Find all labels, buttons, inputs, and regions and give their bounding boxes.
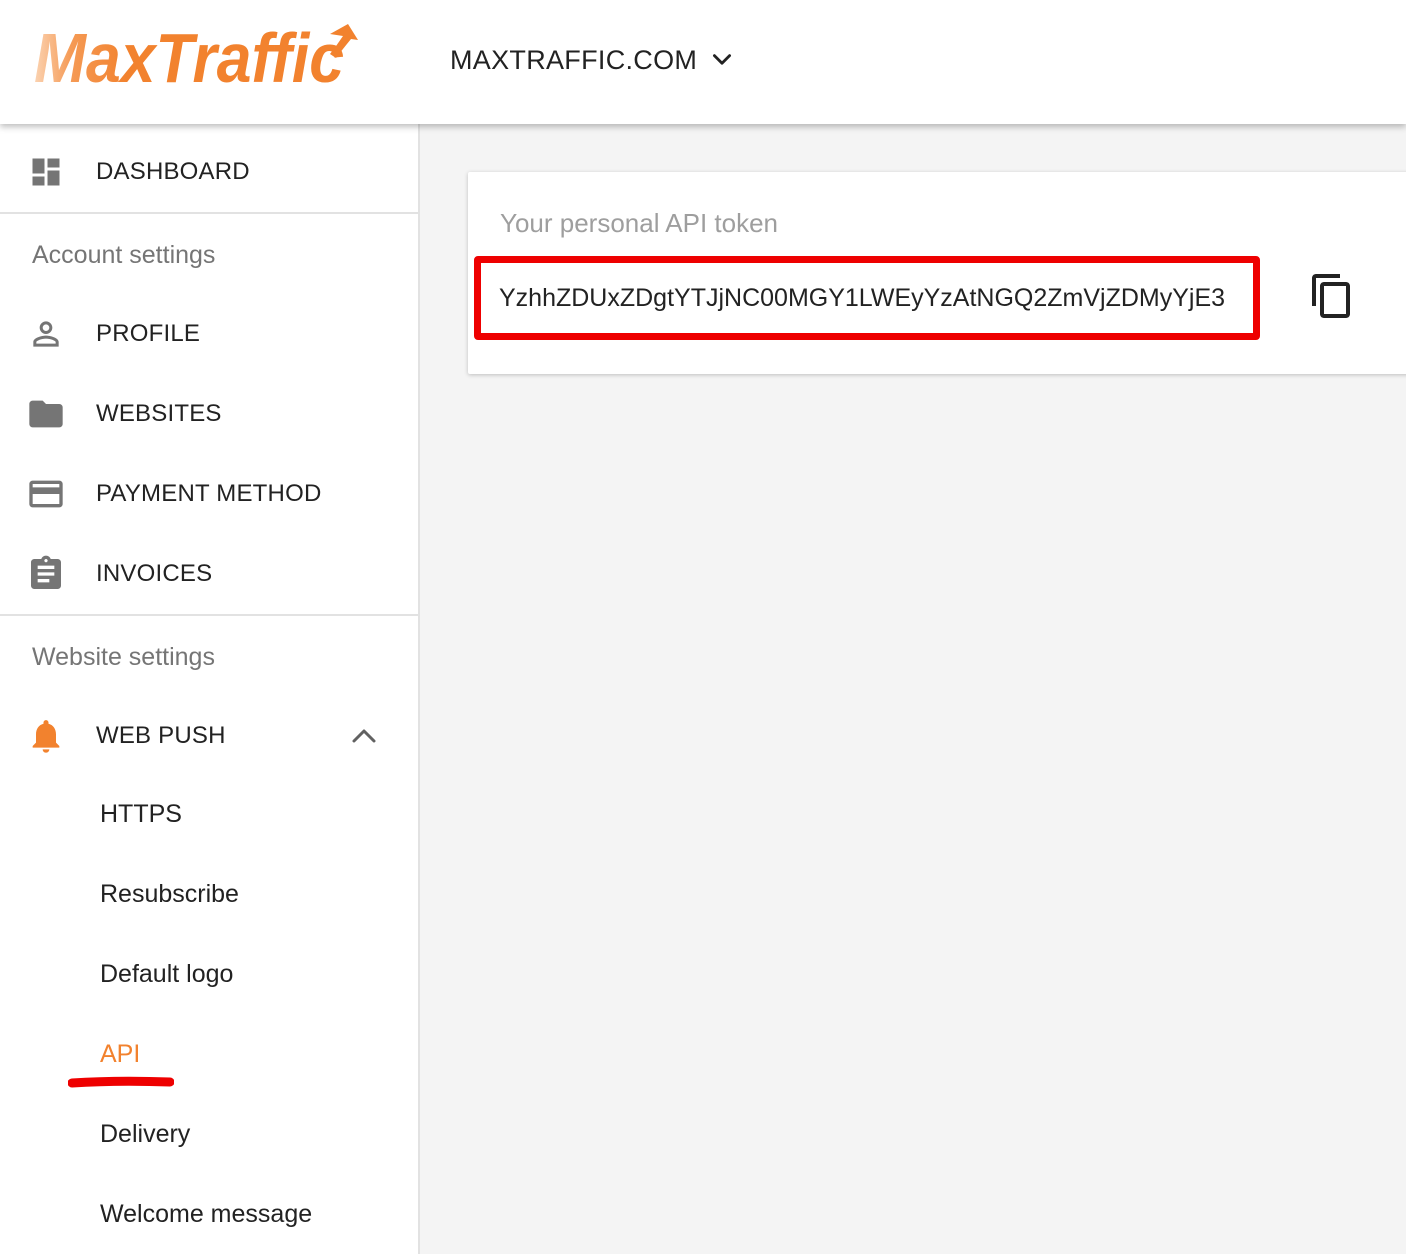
sidebar-subitem-api[interactable]: API bbox=[100, 1040, 140, 1069]
sidebar-item-payment-method[interactable]: PAYMENT METHOD bbox=[0, 454, 418, 534]
sidebar-divider bbox=[0, 212, 418, 214]
site-selector-label: MAXTRAFFIC.COM bbox=[450, 44, 698, 75]
top-app-bar: MaxTraffic MAXTRAFFIC.COM bbox=[0, 0, 1406, 124]
svg-text:MaxTraffic: MaxTraffic bbox=[34, 19, 344, 97]
sidebar-item-websites[interactable]: WEBSITES bbox=[0, 374, 418, 454]
sidebar-item-label: WEBSITES bbox=[96, 400, 222, 427]
api-highlight-underline bbox=[68, 1076, 174, 1088]
maxtraffic-logo[interactable]: MaxTraffic bbox=[30, 18, 370, 98]
sidebar-subitem-welcome-message[interactable]: Welcome message bbox=[100, 1200, 312, 1229]
chevron-down-icon bbox=[713, 54, 732, 65]
account-settings-heading: Account settings bbox=[32, 241, 216, 269]
bell-icon bbox=[26, 716, 66, 756]
api-token-highlight-box bbox=[474, 256, 1260, 340]
person-icon bbox=[26, 314, 66, 354]
sidebar-item-dashboard[interactable]: DASHBOARD bbox=[0, 132, 418, 212]
api-token-label: Your personal API token bbox=[500, 208, 779, 238]
sidebar-item-label: DASHBOARD bbox=[96, 158, 250, 185]
api-token-field[interactable] bbox=[499, 277, 1239, 319]
sidebar-item-label: INVOICES bbox=[96, 560, 213, 587]
website-settings-heading: Website settings bbox=[32, 643, 215, 671]
sidebar-subitem-resubscribe[interactable]: Resubscribe bbox=[100, 880, 239, 909]
sidebar: DASHBOARD Account settings PROFILE WEBSI… bbox=[0, 124, 420, 1254]
folder-icon bbox=[26, 394, 66, 434]
chevron-up-icon[interactable] bbox=[348, 722, 380, 748]
dashboard-icon bbox=[26, 152, 66, 192]
sidebar-subitem-delivery[interactable]: Delivery bbox=[100, 1120, 190, 1149]
sidebar-item-label: PAYMENT METHOD bbox=[96, 480, 322, 507]
copy-icon[interactable] bbox=[1308, 268, 1356, 324]
sidebar-divider bbox=[0, 614, 418, 616]
sidebar-subitem-https[interactable]: HTTPS bbox=[100, 800, 182, 829]
clipboard-icon bbox=[26, 554, 66, 594]
site-selector-dropdown[interactable]: MAXTRAFFIC.COM bbox=[450, 40, 735, 80]
sidebar-item-invoices[interactable]: INVOICES bbox=[0, 534, 418, 614]
credit-card-icon bbox=[26, 474, 66, 514]
api-token-card: Your personal API token bbox=[468, 172, 1406, 374]
sidebar-item-profile[interactable]: PROFILE bbox=[0, 294, 418, 374]
sidebar-subitem-default-logo[interactable]: Default logo bbox=[100, 960, 233, 989]
sidebar-item-label: PROFILE bbox=[96, 320, 201, 347]
sidebar-item-label: WEB PUSH bbox=[96, 722, 226, 749]
